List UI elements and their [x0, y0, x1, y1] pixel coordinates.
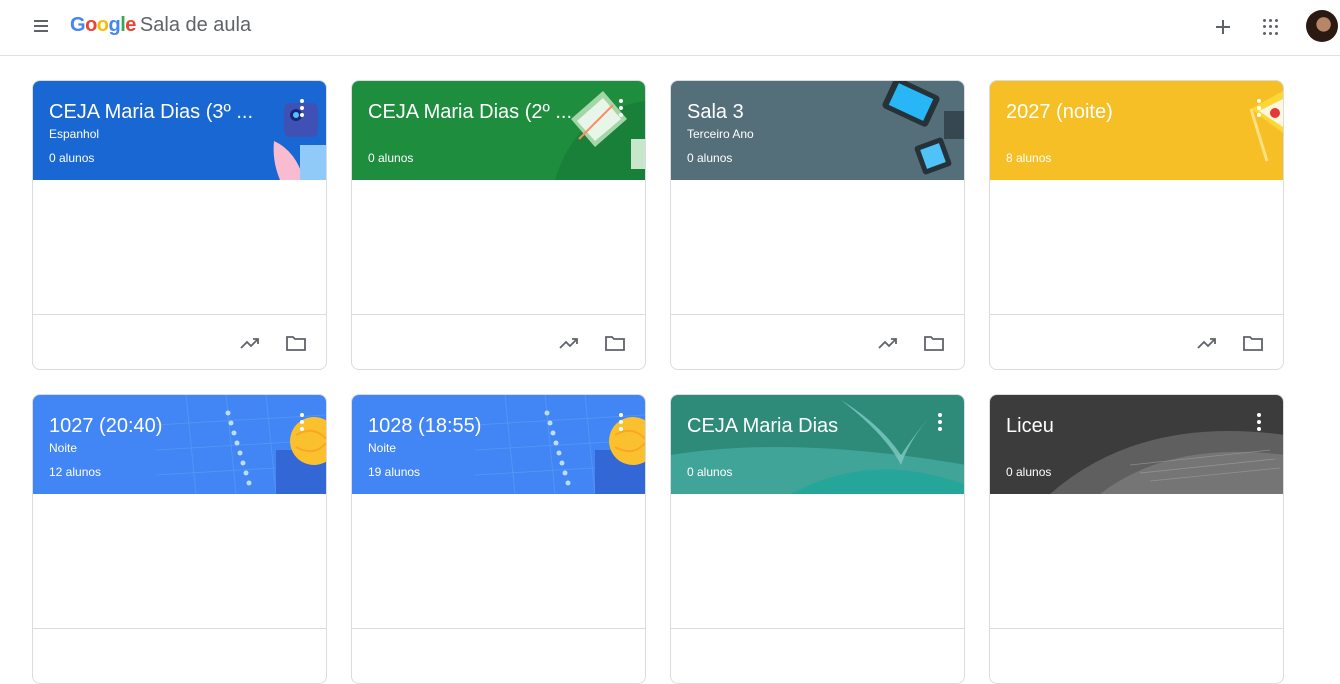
class-card-footer: [352, 315, 645, 369]
class-title[interactable]: 1027 (20:40): [49, 413, 269, 439]
class-card: CEJA Maria Dias (3º ... Espanhol 0 aluno…: [32, 80, 327, 370]
class-card-footer: [671, 315, 964, 369]
more-options-icon[interactable]: [617, 99, 625, 119]
student-count: 19 alunos: [368, 465, 421, 479]
student-count: 8 alunos: [1006, 151, 1052, 165]
class-card-body: [33, 494, 326, 629]
folder-icon[interactable]: [1241, 331, 1265, 355]
class-title[interactable]: Sala 3: [687, 99, 907, 125]
top-app-bar: Google Sala de aula: [0, 0, 1340, 56]
more-options-icon[interactable]: [298, 99, 306, 119]
banner-illustration-icon: [1249, 91, 1283, 162]
more-options-icon[interactable]: [1255, 99, 1263, 119]
class-card-banner[interactable]: Liceu 0 alunos: [990, 395, 1283, 494]
banner-illustration-icon: [671, 400, 964, 494]
banner-illustration-icon: [555, 91, 645, 180]
more-options-icon[interactable]: [617, 413, 625, 433]
menu-icon[interactable]: [30, 14, 54, 38]
class-card: 1027 (20:40) Noite 12 alunos: [32, 394, 327, 684]
student-count: 0 alunos: [687, 465, 733, 479]
product-name: Sala de aula: [139, 14, 252, 36]
class-section: Noite: [49, 441, 78, 455]
student-count: 0 alunos: [687, 151, 733, 165]
more-options-icon[interactable]: [298, 413, 306, 433]
class-card-banner[interactable]: CEJA Maria Dias (2º ... 0 alunos: [352, 81, 645, 180]
class-card: Liceu 0 alunos: [989, 394, 1284, 684]
more-options-icon[interactable]: [1255, 413, 1263, 433]
class-card-body: [990, 180, 1283, 315]
account-avatar[interactable]: [1306, 10, 1338, 42]
header-actions: [1200, 8, 1340, 44]
class-section: Noite: [368, 441, 397, 455]
more-options-icon[interactable]: [936, 413, 944, 433]
class-card-body: [671, 180, 964, 315]
class-card-banner[interactable]: CEJA Maria Dias 0 alunos: [671, 395, 964, 494]
app-logo[interactable]: Google Sala de aula: [70, 14, 251, 40]
plus-icon[interactable]: [1210, 14, 1236, 40]
student-count: 0 alunos: [368, 151, 414, 165]
student-count: 12 alunos: [49, 465, 102, 479]
google-wordmark: Google: [70, 14, 136, 36]
folder-icon[interactable]: [603, 331, 627, 355]
class-card: CEJA Maria Dias (2º ... 0 alunos: [351, 80, 646, 370]
class-card-banner[interactable]: 1027 (20:40) Noite 12 alunos: [33, 395, 326, 494]
class-card: Sala 3 Terceiro Ano 0 alunos: [670, 80, 965, 370]
apps-grid-icon[interactable]: [1260, 16, 1282, 38]
class-card-banner[interactable]: 1028 (18:55) Noite 19 alunos: [352, 395, 645, 494]
class-card-body: [671, 494, 964, 629]
trending-up-icon[interactable]: [557, 331, 581, 355]
class-card-footer: [33, 315, 326, 369]
class-title[interactable]: CEJA Maria Dias (2º ...: [368, 99, 588, 125]
folder-icon[interactable]: [922, 331, 946, 355]
class-section: Espanhol: [49, 127, 100, 141]
class-title[interactable]: CEJA Maria Dias: [687, 413, 907, 439]
class-card-banner[interactable]: CEJA Maria Dias (3º ... Espanhol 0 aluno…: [33, 81, 326, 180]
class-card-body: [352, 494, 645, 629]
class-card: 1028 (18:55) Noite 19 alunos: [351, 394, 646, 684]
class-title[interactable]: Liceu: [1006, 413, 1226, 439]
trending-up-icon[interactable]: [876, 331, 900, 355]
class-section: Terceiro Ano: [687, 127, 754, 141]
class-title[interactable]: CEJA Maria Dias (3º ...: [49, 99, 269, 125]
folder-icon[interactable]: [284, 331, 308, 355]
class-title[interactable]: 1028 (18:55): [368, 413, 588, 439]
class-card: 2027 (noite) 8 alunos: [989, 80, 1284, 370]
trending-up-icon[interactable]: [238, 331, 262, 355]
student-count: 0 alunos: [49, 151, 95, 165]
student-count: 0 alunos: [1006, 465, 1052, 479]
class-card-footer: [990, 315, 1283, 369]
class-card: CEJA Maria Dias 0 alunos: [670, 394, 965, 684]
class-card-body: [990, 494, 1283, 629]
class-card-body: [33, 180, 326, 315]
class-card-body: [352, 180, 645, 315]
trending-up-icon[interactable]: [1195, 331, 1219, 355]
class-card-banner[interactable]: 2027 (noite) 8 alunos: [990, 81, 1283, 180]
banner-illustration-icon: [1050, 431, 1283, 494]
class-title[interactable]: 2027 (noite): [1006, 99, 1226, 125]
class-card-banner[interactable]: Sala 3 Terceiro Ano 0 alunos: [671, 81, 964, 180]
